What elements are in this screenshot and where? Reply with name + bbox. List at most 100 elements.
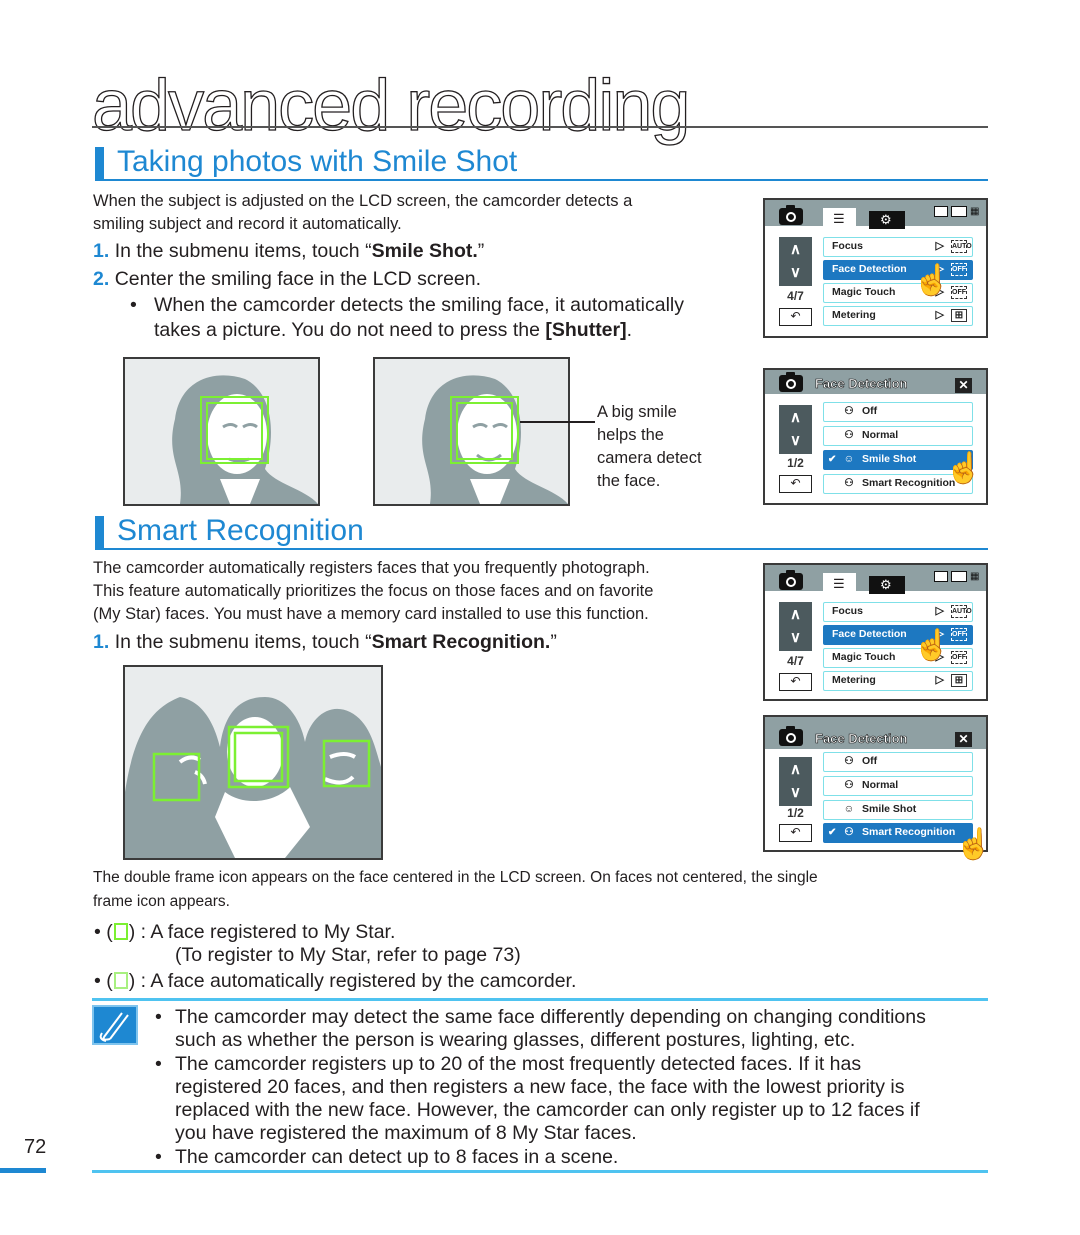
option-label: Smile Shot xyxy=(862,453,917,465)
menu-list-icon: ☰ xyxy=(833,211,845,226)
back-button[interactable]: ↶ xyxy=(779,673,812,691)
note-item: The camcorder may detect the same face d… xyxy=(155,1006,926,1053)
option-label: Smart Recognition xyxy=(862,477,956,489)
section-heading-smile-shot: Taking photos with Smile Shot xyxy=(95,145,988,181)
gear-icon: ⚙ xyxy=(880,577,892,592)
card-icon xyxy=(934,206,948,217)
arrow-right-icon: ▷ xyxy=(935,605,944,617)
option-label: Off xyxy=(862,405,878,417)
option-smart-recognition[interactable]: ✔ ⚇ Smart Recognition xyxy=(823,823,973,843)
item-label: Face Detection xyxy=(832,263,907,275)
scroll-down-button[interactable]: ∨ xyxy=(779,428,812,454)
settings-tab[interactable]: ⚙ xyxy=(869,576,905,594)
option-normal[interactable]: ⚇ Normal xyxy=(823,426,973,446)
page-indicator: 4/7 xyxy=(787,654,804,668)
option-label: Normal xyxy=(862,429,899,441)
menu-list-icon: ☰ xyxy=(833,576,845,591)
photo-group-faces xyxy=(123,665,383,860)
note-line: such as whether the person is wearing gl… xyxy=(175,1029,856,1052)
step-bold: Smile Shot. xyxy=(371,240,478,262)
metering-grid-icon: ⊞ xyxy=(951,309,967,322)
item-label: Magic Touch xyxy=(832,651,896,663)
chevron-up-icon: ∧ xyxy=(790,606,801,623)
close-button[interactable]: ✕ xyxy=(955,378,972,393)
intro-line: (My Star) faces. You must have a memory … xyxy=(93,605,649,623)
back-icon: ↶ xyxy=(790,476,801,490)
back-button[interactable]: ↶ xyxy=(779,308,812,326)
lcd-face-detection-screen-1: Face Detection ✕ ∧ ∨ 1/2 ↶ ⚇ Off ⚇ Normal … xyxy=(763,368,988,505)
frame-icon-note: The double frame icon appears on the fac… xyxy=(93,866,818,913)
menu-item-magic-touch[interactable]: Magic Touch ▷ OFF xyxy=(823,648,973,668)
page-number: 72 xyxy=(24,1136,47,1158)
submenu-title: Face Detection xyxy=(815,376,908,392)
item-label: Metering xyxy=(832,674,876,686)
battery-icon xyxy=(951,571,967,582)
step-number: 1. xyxy=(93,631,110,653)
menu-item-face-detection[interactable]: Face Detection ▷ OFF xyxy=(823,260,973,280)
face-normal-icon: ⚇ xyxy=(844,779,854,791)
back-button[interactable]: ↶ xyxy=(779,475,812,493)
page-indicator: 1/2 xyxy=(787,806,804,820)
bullet-text: . xyxy=(626,319,633,341)
scroll-down-button[interactable]: ∨ xyxy=(779,625,812,651)
callout-line: the face. xyxy=(597,472,661,490)
close-button[interactable]: ✕ xyxy=(955,732,972,747)
smart-recognition-icon: ⚇ xyxy=(844,826,854,838)
option-label: Smart Recognition xyxy=(862,826,956,838)
touch-hand-icon: ☝ xyxy=(954,828,993,861)
note-line: you have registered the maximum of 8 My … xyxy=(175,1122,637,1145)
option-smile-shot[interactable]: ☺ Smile Shot xyxy=(823,800,973,820)
item-label: Metering xyxy=(832,309,876,321)
photo-neutral-face xyxy=(123,357,320,506)
note-line: frame icon appears. xyxy=(93,892,230,910)
callout-line: A big smile xyxy=(597,403,677,421)
option-normal[interactable]: ⚇ Normal xyxy=(823,776,973,796)
chapter-title: advanced recording xyxy=(91,66,691,146)
arrow-right-icon: ▷ xyxy=(935,309,944,321)
smile-icon: ☺ xyxy=(843,453,855,465)
section-bar xyxy=(95,516,104,550)
smart-intro: The camcorder automatically registers fa… xyxy=(93,557,653,626)
option-off[interactable]: ⚇ Off xyxy=(823,752,973,772)
status-icons: ▦ xyxy=(931,206,980,217)
arrow-right-icon: ▷ xyxy=(935,240,944,252)
step-text: In the submenu items, touch “ xyxy=(114,240,372,262)
scroll-down-button[interactable]: ∨ xyxy=(779,780,812,806)
touch-hand-icon: ☝ xyxy=(912,629,951,662)
lcd-menu-screen-2: ☰ ⚙ ▦ ∧ ∨ 4/7 ↶ Focus ▷ AUTO Face Detectio… xyxy=(763,563,988,701)
remaining-time-icon: ▦ xyxy=(970,571,980,582)
intro-line: This feature automatically prioritizes t… xyxy=(93,582,654,600)
single-frame-icon xyxy=(113,923,128,940)
page-indicator: 4/7 xyxy=(787,289,804,303)
chevron-down-icon: ∨ xyxy=(790,784,801,801)
legend-auto-registered: • () : A face automatically registered b… xyxy=(94,970,576,993)
menu-item-metering[interactable]: Metering ▷ ⊞ xyxy=(823,306,973,326)
menu-item-metering[interactable]: Metering ▷ ⊞ xyxy=(823,671,973,691)
note-line: registered 20 faces, and then registers … xyxy=(175,1075,905,1098)
legend-text: : A face registered to My Star. xyxy=(135,921,396,943)
menu-item-face-detection[interactable]: Face Detection ▷ OFF xyxy=(823,625,973,645)
menu-item-focus[interactable]: Focus ▷ AUTO xyxy=(823,237,973,257)
metering-grid-icon: ⊞ xyxy=(951,674,967,687)
settings-tab[interactable]: ⚙ xyxy=(869,211,905,229)
bullet-text: takes a picture. You do not need to pres… xyxy=(154,319,546,341)
menu-tab[interactable]: ☰ xyxy=(823,208,856,230)
menu-item-focus[interactable]: Focus ▷ AUTO xyxy=(823,602,973,622)
chevron-up-icon: ∧ xyxy=(790,761,801,778)
chevron-down-icon: ∨ xyxy=(790,629,801,646)
camera-mode-icon[interactable] xyxy=(779,570,803,590)
note-top-rule xyxy=(92,998,988,1001)
chevron-up-icon: ∧ xyxy=(790,241,801,258)
menu-item-magic-touch[interactable]: Magic Touch ▷ OFF xyxy=(823,283,973,303)
bullet-auto-capture: • When the camcorder detects the smiling… xyxy=(130,293,684,343)
back-button[interactable]: ↶ xyxy=(779,824,812,842)
check-icon: ✔ xyxy=(828,827,837,838)
title-rule xyxy=(92,126,988,128)
menu-tab[interactable]: ☰ xyxy=(823,573,856,595)
camera-mode-icon[interactable] xyxy=(779,205,803,225)
option-off[interactable]: ⚇ Off xyxy=(823,402,973,422)
intro-line: The camcorder automatically registers fa… xyxy=(93,559,650,577)
callout-line: camera detect xyxy=(597,449,702,467)
scroll-down-button[interactable]: ∨ xyxy=(779,260,812,286)
item-label: Magic Touch xyxy=(832,286,896,298)
